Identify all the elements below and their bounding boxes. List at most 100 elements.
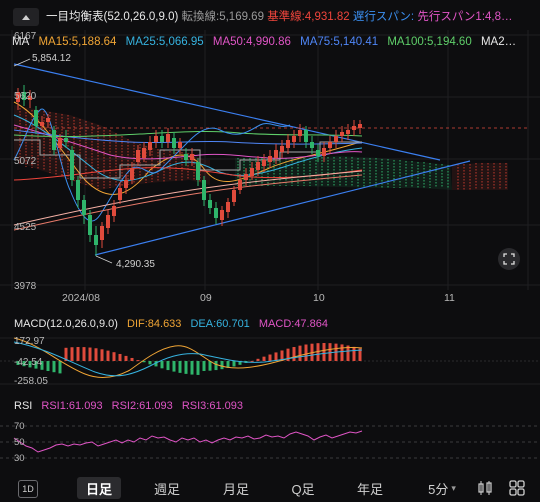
chevron-up-icon	[22, 14, 30, 20]
candle-body	[160, 136, 164, 142]
macd-bar	[76, 347, 80, 361]
tab-daily[interactable]: 日足	[77, 477, 121, 499]
macd-bar	[304, 344, 308, 361]
macd-bar	[298, 345, 302, 361]
ma15-value: MA15:5,188.64	[38, 36, 117, 48]
candle-body	[154, 136, 158, 142]
macd-bar	[232, 361, 236, 367]
candle-body	[346, 130, 350, 134]
tenkan-value: 転換線:5,169.69	[181, 11, 264, 23]
macd-bar	[46, 361, 50, 371]
collapse-indicators-button[interactable]	[13, 8, 39, 26]
tab-monthly-label: 月足	[222, 481, 249, 497]
rsi-title: RSI	[14, 400, 33, 412]
candle-body	[112, 206, 116, 216]
macd-bar	[262, 356, 266, 361]
candle-body	[310, 142, 314, 148]
interval-dropdown[interactable]: 5分 ▾	[420, 477, 464, 499]
macd-bar	[58, 361, 62, 374]
macd-bar	[94, 348, 98, 361]
candle-body	[280, 146, 284, 152]
candle-body	[202, 180, 206, 200]
candle-body	[46, 118, 50, 122]
macd-bar	[352, 346, 356, 361]
ma75-value: MA75:5,140.41	[300, 36, 379, 48]
price-label-5: 3978	[14, 281, 37, 292]
candle-body	[250, 168, 254, 176]
candlestick-icon	[478, 481, 492, 495]
rsi-axis-2: 50	[14, 437, 25, 448]
candle-body	[304, 130, 308, 142]
price-label-2: 5620	[14, 91, 37, 102]
tab-weekly[interactable]: 週足	[145, 477, 189, 499]
macd-bar	[340, 344, 344, 361]
candle-body	[232, 190, 236, 202]
candle-body	[100, 226, 104, 240]
rsi-axis-3: 30	[14, 453, 25, 464]
candle-body	[358, 124, 362, 128]
macd-bar	[214, 361, 218, 371]
candle-body	[130, 168, 134, 180]
candle-body	[82, 200, 86, 215]
ichimoku-header: 一目均衡表(52.0,26.0,9.0) 転換線:5,169.69 基準線:4,…	[46, 8, 540, 28]
macd-bar	[208, 361, 212, 371]
candle-body	[268, 156, 272, 162]
tab-daily-label: 日足	[85, 481, 112, 497]
macd-bar	[250, 360, 254, 362]
candle-body	[142, 148, 146, 158]
macd-bar	[106, 350, 110, 361]
high-annotation: 5,854.12	[32, 53, 71, 64]
macd-bar	[124, 355, 128, 361]
candle-body	[148, 142, 152, 150]
rsi-axis-1: 70	[14, 421, 25, 432]
candle-body	[58, 138, 62, 148]
ichimoku-title: 一目均衡表(52.0,26.0,9.0)	[46, 11, 179, 23]
range-button[interactable]: 1D	[18, 480, 38, 498]
expand-icon	[503, 253, 515, 265]
candle-body	[190, 154, 194, 160]
candle-body	[226, 202, 230, 212]
candle-body	[262, 160, 266, 166]
macd-bar	[220, 361, 224, 370]
ma100-value: MA100:5,194.60	[387, 36, 472, 48]
fullscreen-button[interactable]	[498, 248, 520, 270]
ma50-value: MA50:4,990.86	[212, 36, 291, 48]
macd-chart[interactable]: 172.97 -42.54 -258.05	[0, 334, 540, 390]
bottom-toolbar: 1D 日足 週足 月足 Q足 年足 5分 ▾	[0, 474, 540, 501]
price-label-4: 4525	[14, 222, 37, 233]
candle-body	[196, 162, 200, 180]
tab-yearly-label: 年足	[356, 481, 383, 497]
candle-body	[172, 138, 176, 148]
time-label-1: 2024/08	[62, 292, 100, 304]
macd-bar	[70, 347, 74, 361]
candle-body	[292, 136, 296, 142]
interval-label: 5分	[428, 481, 449, 497]
tab-monthly[interactable]: 月足	[214, 477, 258, 499]
candle-body	[238, 180, 242, 190]
candle-body	[166, 134, 170, 142]
rsi-chart[interactable]: 70 50 30	[0, 418, 540, 464]
candle-body	[244, 174, 248, 180]
kijun-value: 基準線:4,931.82	[267, 11, 350, 23]
candle-type-button[interactable]	[476, 479, 494, 497]
macd-axis-1: 172.97	[14, 336, 45, 347]
candle-body	[316, 150, 320, 156]
macd-dif: DIF:84.633	[127, 318, 182, 330]
macd-bar	[130, 357, 134, 361]
layout-grid-button[interactable]	[508, 479, 526, 497]
candle-body	[220, 210, 224, 220]
rsi-legend: RSI RSI1:61.093 RSI2:61.093 RSI3:61.093	[14, 400, 249, 412]
candle-body	[214, 208, 218, 218]
tab-quarterly[interactable]: Q足	[281, 477, 325, 499]
time-label-3: 10	[313, 292, 325, 304]
price-chart[interactable]: 5,854.12 4,290.35 6167 5620 5072 4525 39…	[0, 30, 540, 305]
macd-axis-3: -258.05	[14, 376, 48, 387]
macd-bar	[268, 354, 272, 361]
tab-weekly-label: 週足	[153, 481, 180, 497]
grid-icon	[509, 480, 525, 496]
macd-bar	[88, 347, 92, 361]
macd-bar	[160, 361, 164, 369]
macd-bar	[118, 353, 122, 361]
low-annotation: 4,290.35	[116, 259, 155, 270]
tab-yearly[interactable]: 年足	[348, 477, 392, 499]
